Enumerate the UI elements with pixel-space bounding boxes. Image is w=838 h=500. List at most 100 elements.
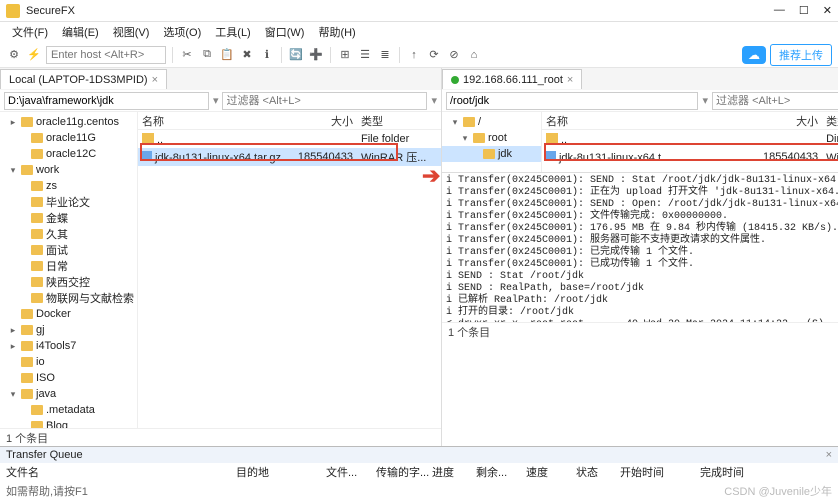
right-tab[interactable]: 192.168.66.111_root × (442, 69, 582, 89)
tq-col[interactable]: 状态 (576, 464, 620, 480)
tree-node[interactable]: 日常 (0, 258, 137, 274)
menu-window[interactable]: 窗口(W) (259, 22, 311, 42)
right-status: 1 个条目 (442, 322, 838, 340)
close-icon[interactable]: × (567, 74, 573, 86)
newfolder-icon[interactable]: ➕ (308, 47, 324, 63)
tree-node[interactable]: ▾root (442, 130, 541, 146)
filter-input[interactable] (712, 92, 838, 110)
tq-col[interactable]: 开始时间 (620, 464, 700, 480)
stop-icon[interactable]: ⊘ (446, 47, 462, 63)
copy-icon[interactable]: ⧉ (199, 47, 215, 63)
maximize-button[interactable]: ☐ (799, 4, 809, 17)
tq-col[interactable]: 传输的字... (376, 464, 432, 480)
connect-icon[interactable]: ⚙ (6, 47, 22, 63)
left-address: ▾ ▾ (0, 90, 441, 112)
window-controls: — ☐ ✕ (774, 4, 832, 17)
col-type[interactable]: 类型 (822, 112, 838, 129)
tree-node[interactable]: ▸oracle11g.centos (0, 114, 137, 130)
list-header: 名称 大小 类型 (138, 112, 441, 130)
transfer-log[interactable]: i Transfer(0x245C0001): SEND : Stat /roo… (442, 172, 838, 322)
cloud-button[interactable]: ☁ (742, 46, 766, 64)
close-button[interactable]: ✕ (823, 4, 832, 17)
right-tabbar: 192.168.66.111_root × (442, 68, 838, 90)
sync-icon[interactable]: 🔄 (288, 47, 304, 63)
titlebar: SecureFX — ☐ ✕ (0, 0, 838, 22)
tree-node[interactable]: ▸gj (0, 322, 137, 338)
tree-node[interactable]: jdk (442, 146, 541, 162)
statusbar: 如需帮助,请按F1 CSDN @Juvenile少年 (0, 482, 838, 500)
left-tabbar: Local (LAPTOP-1DS3MPID) × (0, 68, 441, 90)
tree-node[interactable]: 面试 (0, 242, 137, 258)
properties-icon[interactable]: ℹ (259, 47, 275, 63)
tree-node[interactable]: ▸i4Tools7 (0, 338, 137, 354)
tree-node[interactable]: ▾java (0, 386, 137, 402)
upload-button[interactable]: 推荐上传 (770, 44, 832, 66)
path-input[interactable] (446, 92, 699, 110)
right-tree[interactable]: ▾/▾rootjdk (442, 112, 542, 172)
left-status: 1 个条目 (0, 428, 441, 446)
path-input[interactable] (4, 92, 209, 110)
left-tree[interactable]: ▸oracle11g.centosoracle11Goracle12C▾work… (0, 112, 138, 428)
tq-title: Transfer Queue (6, 449, 83, 461)
paste-icon[interactable]: 📋 (219, 47, 235, 63)
delete-icon[interactable]: ✖ (239, 47, 255, 63)
tree-node[interactable]: oracle12C (0, 146, 137, 162)
tq-col[interactable]: 目的地 (236, 464, 326, 480)
col-size[interactable]: 大小 (285, 112, 357, 129)
quickconnect-icon[interactable]: ⚡ (26, 47, 42, 63)
close-icon[interactable]: × (152, 74, 158, 86)
tq-col[interactable]: 文件名 (6, 464, 236, 480)
host-input[interactable] (46, 46, 166, 64)
tree-node[interactable]: oracle11G (0, 130, 137, 146)
tab-label: Local (LAPTOP-1DS3MPID) (9, 74, 148, 86)
up-icon[interactable]: ↑ (406, 47, 422, 63)
list-header: 名称 大小 类型 修改日期 (542, 112, 838, 130)
menu-options[interactable]: 选项(O) (157, 22, 207, 42)
left-pane: Local (LAPTOP-1DS3MPID) × ▾ ▾ ▸oracle11g… (0, 68, 442, 446)
tq-close-icon[interactable]: × (826, 449, 832, 461)
list-row[interactable]: ..File folder (138, 130, 441, 148)
menu-tools[interactable]: 工具(L) (209, 22, 256, 42)
tree-node[interactable]: .metadata (0, 402, 137, 418)
menu-file[interactable]: 文件(F) (6, 22, 54, 42)
right-address: ▾ ▾ (442, 90, 838, 112)
tq-col[interactable]: 剩余... (476, 464, 526, 480)
app-title: SecureFX (26, 5, 774, 17)
col-name[interactable]: 名称 (138, 112, 285, 129)
tq-col[interactable]: 完成时间 (700, 464, 780, 480)
filter-input[interactable] (222, 92, 427, 110)
list-row[interactable]: jdk-8u131-linux-x64.tar.gz185540433WinRA… (138, 148, 441, 166)
tree-node[interactable]: ▾/ (442, 114, 541, 130)
view-list-icon[interactable]: ☰ (357, 47, 373, 63)
tq-col[interactable]: 速度 (526, 464, 576, 480)
tree-node[interactable]: io (0, 354, 137, 370)
tq-col[interactable]: 进度 (432, 464, 476, 480)
tree-node[interactable]: Blog (0, 418, 137, 428)
menu-view[interactable]: 视图(V) (107, 22, 156, 42)
col-type[interactable]: 类型 (357, 112, 441, 129)
col-size[interactable]: 大小 (750, 112, 822, 129)
minimize-button[interactable]: — (774, 4, 785, 17)
tree-node[interactable]: zs (0, 178, 137, 194)
tree-node[interactable]: ISO (0, 370, 137, 386)
left-tab[interactable]: Local (LAPTOP-1DS3MPID) × (0, 69, 167, 89)
refresh-icon[interactable]: ⟳ (426, 47, 442, 63)
left-list: 名称 大小 类型 ..File folderjdk-8u131-linux-x6… (138, 112, 441, 428)
tree-node[interactable]: 久其 (0, 226, 137, 242)
tq-col[interactable]: 文件... (326, 464, 376, 480)
view-tree-icon[interactable]: ⊞ (337, 47, 353, 63)
tree-node[interactable]: 毕业论文 (0, 194, 137, 210)
list-row[interactable]: jdk-8u131-linux-x64.t...185540433WinRAR … (542, 148, 838, 166)
menu-edit[interactable]: 编辑(E) (56, 22, 105, 42)
tree-node[interactable]: ▾work (0, 162, 137, 178)
home-icon[interactable]: ⌂ (466, 47, 482, 63)
col-name[interactable]: 名称 (542, 112, 750, 129)
tree-node[interactable]: 物联网与文献检索 (0, 290, 137, 306)
list-row[interactable]: ..Directory1601/1/1 8... (542, 130, 838, 148)
view-details-icon[interactable]: ≣ (377, 47, 393, 63)
cut-icon[interactable]: ✂ (179, 47, 195, 63)
tree-node[interactable]: 金蝶 (0, 210, 137, 226)
tree-node[interactable]: 陕西交控 (0, 274, 137, 290)
menu-help[interactable]: 帮助(H) (312, 22, 361, 42)
tree-node[interactable]: Docker (0, 306, 137, 322)
